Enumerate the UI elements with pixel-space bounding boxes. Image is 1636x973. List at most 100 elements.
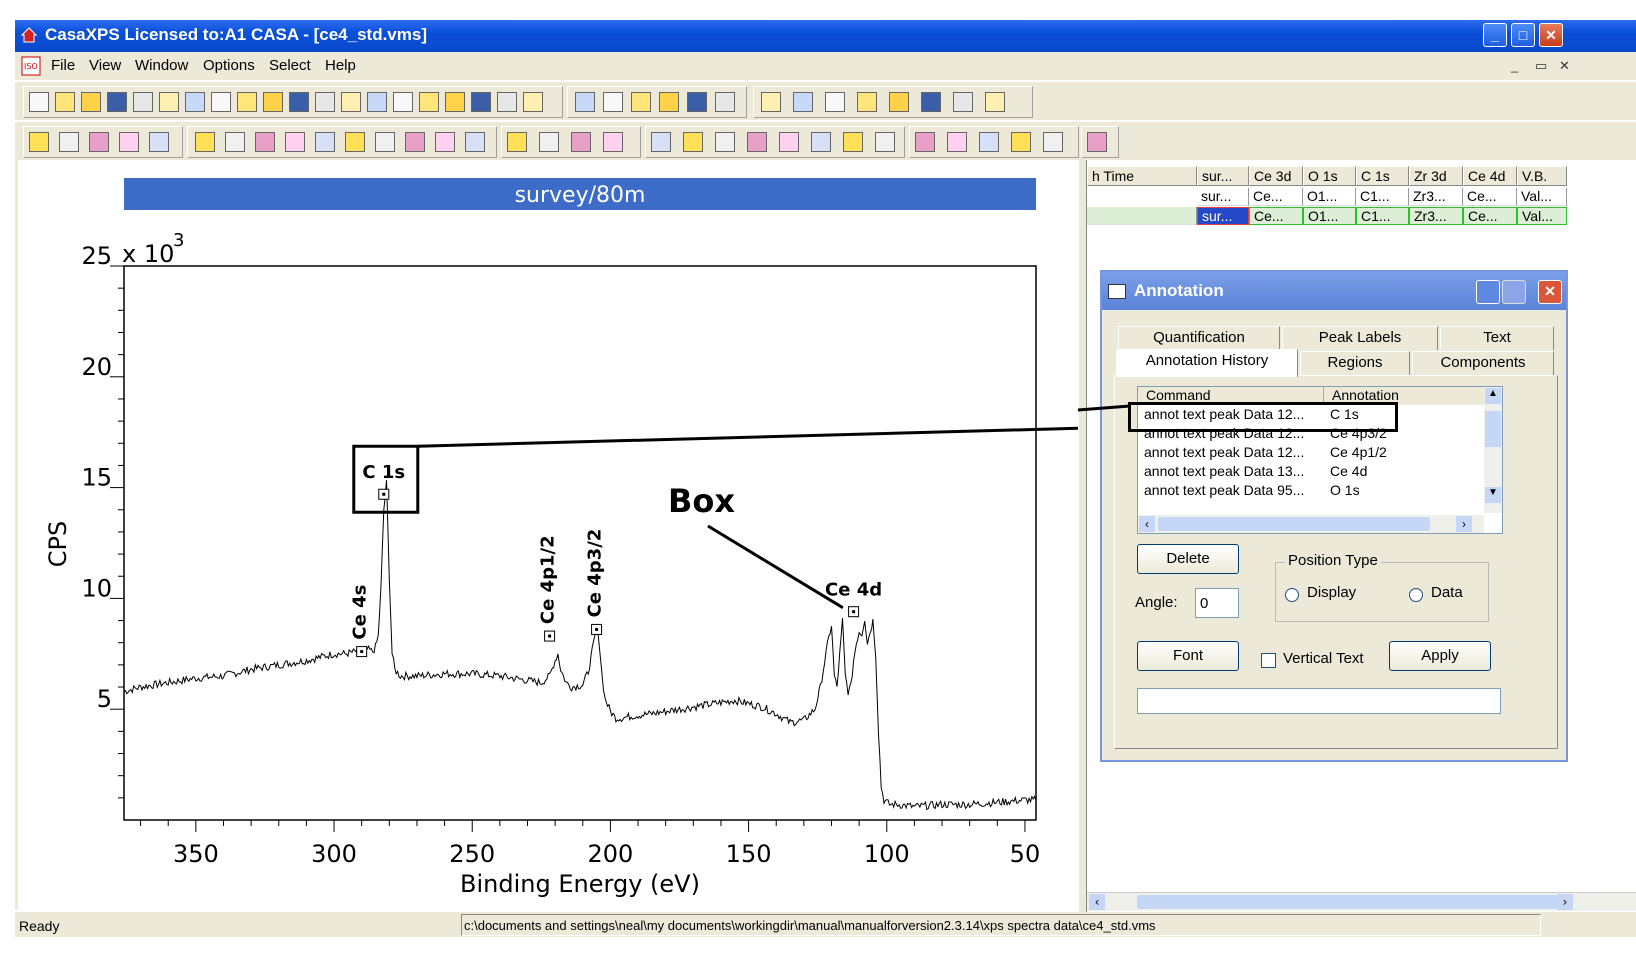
tab-peak-labels[interactable]: Peak Labels: [1282, 326, 1438, 350]
grid-cell[interactable]: Val...: [1517, 207, 1567, 225]
toolbar-button-icon[interactable]: [289, 92, 309, 112]
toolbar-button-icon[interactable]: [81, 92, 101, 112]
scroll-up-icon[interactable]: ▲: [1485, 388, 1501, 404]
toolbar-button-icon[interactable]: [1011, 132, 1031, 152]
toolbar-button-icon[interactable]: [367, 92, 387, 112]
list-item[interactable]: annot text peak Data 13... Ce 4d: [1144, 463, 1367, 482]
toolbar-button-icon[interactable]: [341, 92, 361, 112]
dialog-minimize-button[interactable]: [1476, 280, 1500, 304]
toolbar-button-icon[interactable]: [159, 92, 179, 112]
document-iso-icon[interactable]: ISO: [21, 56, 41, 76]
toolbar-button-icon[interactable]: [465, 132, 485, 152]
minimize-button[interactable]: _: [1483, 23, 1507, 47]
peak-label[interactable]: Ce 4p3/2: [585, 529, 606, 618]
toolbar-button-icon[interactable]: [1087, 132, 1107, 152]
peak-label[interactable]: C 1s: [362, 462, 405, 483]
toolbar-button-icon[interactable]: [405, 132, 425, 152]
peak-label[interactable]: Ce 4d: [825, 580, 882, 601]
tab-text[interactable]: Text: [1440, 326, 1554, 350]
toolbar-button-icon[interactable]: [747, 132, 767, 152]
scroll-thumb[interactable]: [1485, 411, 1501, 447]
scroll-thumb[interactable]: [1158, 517, 1430, 531]
menu-help[interactable]: Help: [325, 57, 356, 74]
maximize-button[interactable]: □: [1511, 23, 1535, 47]
grid-header[interactable]: O 1s: [1303, 166, 1356, 186]
toolbar-button-icon[interactable]: [507, 132, 527, 152]
toolbar-button-icon[interactable]: [979, 132, 999, 152]
toolbar-button-icon[interactable]: [133, 92, 153, 112]
mdi-restore-icon[interactable]: ▭: [1535, 58, 1547, 74]
toolbar-button-icon[interactable]: [651, 132, 671, 152]
toolbar-button-icon[interactable]: [285, 132, 305, 152]
toolbar-button-icon[interactable]: [375, 132, 395, 152]
display-radio[interactable]: [1285, 588, 1299, 602]
grid-cell[interactable]: Ce...: [1463, 188, 1517, 206]
grid-header[interactable]: V.B.: [1517, 166, 1567, 186]
tab-annotation-history[interactable]: Annotation History: [1116, 349, 1298, 377]
toolbar-button-icon[interactable]: [985, 92, 1005, 112]
grid-cell[interactable]: Zr3...: [1409, 207, 1463, 225]
grid-cell[interactable]: O1...: [1303, 188, 1356, 206]
mdi-close-icon[interactable]: ✕: [1559, 58, 1570, 74]
annotation-text-input[interactable]: [1137, 688, 1501, 714]
toolbar-button-icon[interactable]: [211, 92, 231, 112]
toolbar-button-icon[interactable]: [445, 92, 465, 112]
toolbar-button-icon[interactable]: [715, 132, 735, 152]
scroll-thumb[interactable]: [1137, 895, 1557, 909]
grid-cell[interactable]: [1087, 207, 1197, 225]
grid-cell[interactable]: Zr3...: [1409, 188, 1463, 206]
toolbar-button-icon[interactable]: [1043, 132, 1063, 152]
toolbar-button-icon[interactable]: [603, 92, 623, 112]
scroll-down-icon[interactable]: ▼: [1485, 487, 1501, 503]
dialog-title-bar[interactable]: Annotation ✕: [1102, 272, 1566, 310]
toolbar-button-icon[interactable]: [119, 132, 139, 152]
vertical-text-checkbox[interactable]: [1261, 653, 1276, 668]
grid-header[interactable]: Zr 3d: [1409, 166, 1463, 186]
scroll-right-icon[interactable]: ›: [1456, 516, 1472, 532]
spectrum-chart[interactable]: survey/80m 25 20 15 10 5 350 300 250 200 150 100 50 B…: [18, 162, 1078, 912]
grid-cell[interactable]: C1...: [1356, 188, 1409, 206]
toolbar-button-icon[interactable]: [921, 92, 941, 112]
grid-header[interactable]: C 1s: [1356, 166, 1409, 186]
dialog-close-button[interactable]: ✕: [1538, 280, 1562, 304]
grid-cell[interactable]: C1...: [1356, 207, 1409, 225]
toolbar-button-icon[interactable]: [393, 92, 413, 112]
apply-button[interactable]: Apply: [1389, 641, 1491, 671]
toolbar-button-icon[interactable]: [947, 132, 967, 152]
toolbar-button-icon[interactable]: [237, 92, 257, 112]
toolbar-button-icon[interactable]: [603, 132, 623, 152]
data-radio[interactable]: [1409, 588, 1423, 602]
toolbar-button-icon[interactable]: [497, 92, 517, 112]
peak-label[interactable]: Ce 4s: [350, 585, 371, 640]
toolbar-button-icon[interactable]: [779, 132, 799, 152]
grid-horizontal-scrollbar[interactable]: ‹ ›: [1087, 892, 1636, 911]
grid-header[interactable]: Ce 4d: [1463, 166, 1517, 186]
grid-cell[interactable]: Val...: [1517, 188, 1567, 206]
tab-components[interactable]: Components: [1412, 351, 1554, 375]
grid-cell-selected[interactable]: sur...: [1197, 207, 1249, 225]
toolbar-button-icon[interactable]: [263, 92, 283, 112]
menu-file[interactable]: File: [51, 57, 75, 74]
toolbar-button-icon[interactable]: [255, 132, 275, 152]
grid-cell[interactable]: sur...: [1197, 188, 1249, 206]
toolbar-button-icon[interactable]: [575, 92, 595, 112]
scroll-right-icon[interactable]: ›: [1557, 894, 1573, 910]
toolbar-button-icon[interactable]: [345, 132, 365, 152]
toolbar-button-icon[interactable]: [315, 132, 335, 152]
menu-window[interactable]: Window: [135, 57, 188, 74]
toolbar-button-icon[interactable]: [55, 92, 75, 112]
toolbar-button-icon[interactable]: [59, 132, 79, 152]
toolbar-button-icon[interactable]: [571, 132, 591, 152]
toolbar-button-icon[interactable]: [89, 132, 109, 152]
toolbar-button-icon[interactable]: [889, 92, 909, 112]
toolbar-button-icon[interactable]: [29, 92, 49, 112]
toolbar-button-icon[interactable]: [857, 92, 877, 112]
toolbar-button-icon[interactable]: [523, 92, 543, 112]
toolbar-button-icon[interactable]: [107, 92, 127, 112]
list-item[interactable]: annot text peak Data 95... O 1s: [1144, 482, 1360, 501]
pane-splitter[interactable]: [1078, 160, 1087, 912]
toolbar-button-icon[interactable]: [843, 132, 863, 152]
angle-input[interactable]: [1195, 588, 1239, 618]
grid-cell[interactable]: Ce...: [1249, 207, 1303, 225]
toolbar-button-icon[interactable]: [195, 132, 215, 152]
